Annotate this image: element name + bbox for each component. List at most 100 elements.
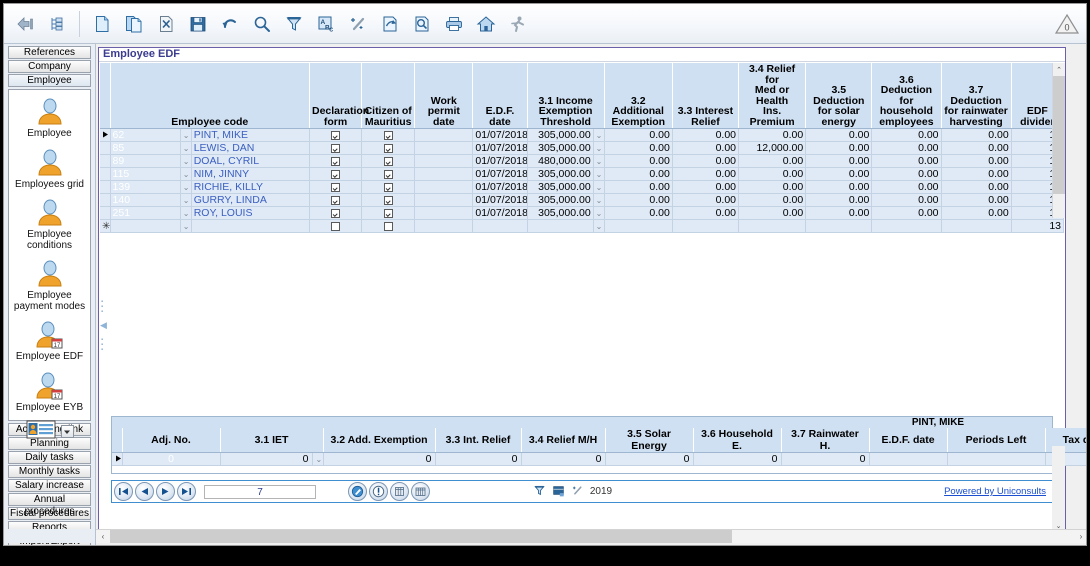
dcol-rainwater-h[interactable]: 3.7 Rainwater H. (781, 428, 869, 453)
col-citizen-mauritius[interactable]: Citizen ofMauritius (362, 63, 415, 129)
search-magnifier-icon[interactable] (247, 8, 277, 40)
cell-employee-name[interactable]: LEWIS, DAN (191, 142, 309, 155)
cell-edf-date[interactable] (473, 220, 527, 233)
cell-edf-date[interactable]: 01/07/2018 (473, 155, 527, 168)
cell-interest-relief[interactable]: 0.00 (672, 129, 738, 142)
home-icon[interactable] (471, 8, 501, 40)
checkbox-icon[interactable] (331, 144, 340, 153)
cell-household-deduction[interactable]: 0.00 (872, 181, 941, 194)
cell-employee-name[interactable]: NIM, JINNY (191, 168, 309, 181)
col-household-deduction[interactable]: 3.6 Deductionfor householdemployees (872, 63, 941, 129)
cell-household-deduction[interactable] (872, 220, 941, 233)
powered-by-link[interactable]: Powered by Uniconsults (944, 486, 1046, 497)
cell-medical-relief[interactable]: 0.00 (739, 194, 806, 207)
filter-funnel-icon[interactable] (533, 484, 546, 500)
cell-declaration-form[interactable] (310, 142, 362, 155)
col-income-exemption-threshold[interactable]: 3.1 IncomeExemptionThreshold (527, 63, 604, 129)
sidebar-menu-salary-increase[interactable]: Salary increase (8, 479, 91, 492)
cell-citizen-mauritius[interactable] (362, 155, 415, 168)
cell-solar-deduction[interactable]: 0.00 (806, 207, 872, 220)
checkbox-icon[interactable] (331, 196, 340, 205)
cell-employee-name[interactable] (191, 220, 309, 233)
cell-household-deduction[interactable]: 0.00 (872, 142, 941, 155)
cell-employee-code[interactable] (110, 220, 180, 233)
cell-declaration-form[interactable] (310, 181, 362, 194)
cell-edf-date[interactable]: 01/07/2018 (473, 129, 527, 142)
table-row[interactable]: 140 ⌄ GURRY, LINDA 01/07/2018 305,000.00… (100, 194, 1064, 207)
dcell-solar-energy[interactable]: 0 (605, 453, 693, 466)
cell-iet[interactable] (527, 220, 593, 233)
cell-medical-relief[interactable] (739, 220, 806, 233)
new-document-icon[interactable] (87, 8, 117, 40)
dcell-int-relief[interactable]: 0 (435, 453, 521, 466)
cell-iet[interactable]: 305,000.00 (527, 129, 593, 142)
dcol-solar-energy[interactable]: 3.5 Solar Energy (605, 428, 693, 453)
cell-work-permit-date[interactable] (415, 220, 473, 233)
cell-edf-date[interactable]: 01/07/2018 (473, 207, 527, 220)
hscroll-track[interactable] (110, 530, 1074, 543)
run-person-icon[interactable] (503, 8, 533, 40)
cell-declaration-form[interactable] (310, 207, 362, 220)
cell-interest-relief[interactable]: 0.00 (672, 207, 738, 220)
checkbox-icon[interactable] (384, 131, 393, 140)
edit-record-icon[interactable] (348, 482, 367, 501)
cell-work-permit-date[interactable] (415, 207, 473, 220)
cell-rainwater-deduction[interactable] (941, 220, 1011, 233)
magic-wand-icon[interactable] (571, 484, 584, 500)
cell-medical-relief[interactable]: 0.00 (739, 129, 806, 142)
dcell-iet-dropdown[interactable]: ⌄ (312, 453, 323, 466)
table-row[interactable]: 62 ⌄ PINT, MIKE 01/07/2018 305,000.00 ⌄ … (100, 129, 1064, 142)
checkbox-icon[interactable] (331, 131, 340, 140)
scroll-right-icon[interactable]: › (1074, 530, 1087, 543)
record-count-field[interactable]: 7 (204, 485, 316, 499)
cell-code-dropdown[interactable]: ⌄ (180, 168, 191, 181)
table-row[interactable]: 139 ⌄ RICHIE, KILLY 01/07/2018 305,000.0… (100, 181, 1064, 194)
sort-abc-icon[interactable]: A B C (311, 8, 341, 40)
cell-interest-relief[interactable]: 0.00 (672, 155, 738, 168)
dcol-adj-no[interactable]: Adj. No. (122, 428, 220, 453)
next-record-button[interactable] (156, 482, 175, 501)
cell-code-dropdown[interactable]: ⌄ (180, 194, 191, 207)
cell-additional-exemption[interactable]: 0.00 (604, 194, 672, 207)
export-excel-icon[interactable] (552, 484, 565, 500)
cell-employee-code[interactable]: 140 (110, 194, 180, 207)
sidebar-menu-daily-tasks[interactable]: Daily tasks (8, 451, 91, 464)
col-additional-exemption[interactable]: 3.2 AdditionalExemption (604, 63, 672, 129)
cell-edf-date[interactable]: 01/07/2018 (473, 194, 527, 207)
cell-interest-relief[interactable]: 0.00 (672, 181, 738, 194)
checkbox-icon[interactable] (331, 170, 340, 179)
cell-medical-relief[interactable]: 0.00 (739, 168, 806, 181)
cell-employee-code[interactable]: 139 (110, 181, 180, 194)
cell-rainwater-deduction[interactable]: 0.00 (941, 129, 1011, 142)
table-view-icon[interactable] (411, 482, 430, 501)
sidebar-item-employee-edf[interactable]: 17 Employee EDF (9, 319, 90, 364)
cell-solar-deduction[interactable]: 0.00 (806, 129, 872, 142)
cell-edf-date[interactable]: 01/07/2018 (473, 142, 527, 155)
table-row-new[interactable]: ✳ ⌄ ⌄ (100, 220, 1064, 233)
cell-household-deduction[interactable]: 0.00 (872, 168, 941, 181)
cell-additional-exemption[interactable]: 0.00 (604, 129, 672, 142)
info-record-icon[interactable] (369, 482, 388, 501)
cell-employee-code[interactable]: 85 (110, 142, 180, 155)
first-record-button[interactable] (114, 482, 133, 501)
col-employee-code[interactable]: Employee code (110, 63, 309, 129)
sidebar-tab-employee[interactable]: Employee (8, 74, 91, 87)
save-disk-icon[interactable] (183, 8, 213, 40)
cell-employee-code[interactable]: 115 (110, 168, 180, 181)
sidebar-split-button[interactable] (9, 420, 90, 443)
dcell-periods-left[interactable] (947, 453, 1045, 466)
checkbox-icon[interactable] (384, 222, 393, 231)
cell-additional-exemption[interactable]: 0.00 (604, 181, 672, 194)
cell-rainwater-deduction[interactable]: 0.00 (941, 181, 1011, 194)
cell-iet[interactable]: 305,000.00 (527, 142, 593, 155)
cell-employee-name[interactable]: ROY, LOUIS (191, 207, 309, 220)
checkbox-icon[interactable] (331, 209, 340, 218)
cell-employee-name[interactable]: RICHIE, KILLY (191, 181, 309, 194)
cell-work-permit-date[interactable] (415, 181, 473, 194)
checkbox-icon[interactable] (384, 144, 393, 153)
cell-declaration-form[interactable] (310, 194, 362, 207)
col-work-permit-date[interactable]: Workpermit date (415, 63, 473, 129)
sidebar-item-employee-payment-modes[interactable]: Employeepayment modes (9, 258, 90, 313)
cell-code-dropdown[interactable]: ⌄ (180, 220, 191, 233)
scrollbar-thumb[interactable] (110, 530, 732, 543)
